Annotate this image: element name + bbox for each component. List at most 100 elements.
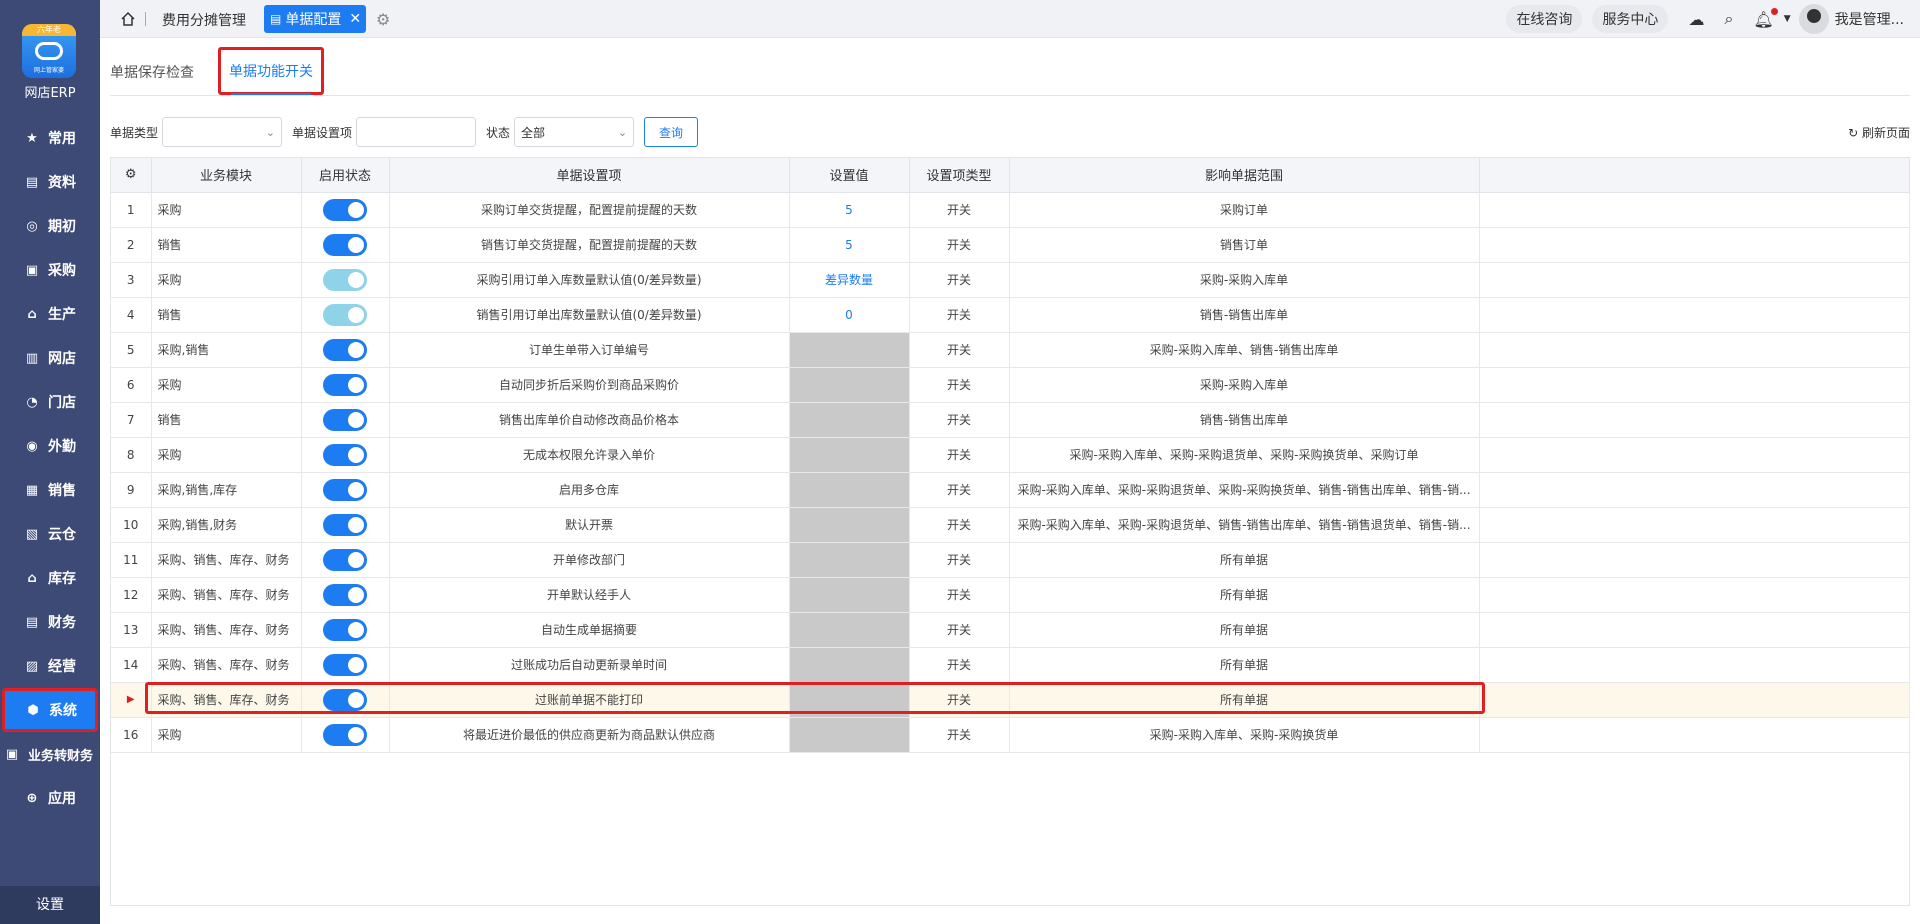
search-icon[interactable]: ⌕ [1724, 9, 1733, 29]
sidebar-item-production[interactable]: ⌂ 生产 [0, 292, 100, 336]
tab-document-function-switch[interactable]: 单据功能开关 [218, 47, 324, 95]
cloud-download-icon[interactable]: ☁ [1688, 10, 1704, 29]
row-value[interactable] [789, 542, 910, 578]
table-row[interactable]: 4 销售 销售引用订单出库数量默认值(0/差异数量) 0 开关 销售-销售出库单 [111, 297, 1910, 333]
sidebar-item-retail-store[interactable]: ◔ 门店 [0, 380, 100, 424]
close-icon[interactable]: ✕ [349, 11, 361, 27]
row-value[interactable] [789, 647, 910, 683]
app-icon: ⊕ [26, 790, 38, 806]
sidebar-item-common[interactable]: ★ 常用 [0, 116, 100, 160]
enable-toggle[interactable] [323, 653, 367, 676]
sidebar-item-finance[interactable]: ▤ 财务 [0, 600, 100, 644]
row-value[interactable] [789, 402, 910, 438]
tab-document-config[interactable]: ▤ 单据配置 ✕ [264, 5, 366, 33]
sidebar-item-online-store[interactable]: ▥ 网店 [0, 336, 100, 380]
avatar[interactable] [1798, 4, 1829, 34]
sidebar-item-business-to-finance[interactable]: ▣ 业务转财务 [0, 732, 100, 776]
table-row[interactable]: 11 采购、销售、库存、财务 开单修改部门 开关 所有单据 [111, 542, 1910, 578]
home-icon[interactable] [120, 11, 136, 27]
table-row[interactable]: 12 采购、销售、库存、财务 开单默认经手人 开关 所有单据 [111, 577, 1910, 613]
row-value[interactable]: 0 [789, 297, 910, 333]
row-value[interactable] [789, 577, 910, 613]
online-consult-button[interactable]: 在线咨询 [1506, 5, 1583, 33]
row-value[interactable] [789, 367, 910, 403]
enable-toggle[interactable] [323, 338, 367, 361]
row-value[interactable]: 5 [789, 227, 910, 263]
enable-toggle[interactable] [323, 688, 367, 711]
table-row[interactable]: 10 采购,销售,财务 默认开票 开关 采购-采购入库单、采购-采购退货单、销售-销售出… [111, 507, 1910, 543]
query-button[interactable]: 查询 [644, 117, 699, 147]
refresh-button[interactable]: ↻ 刷新页面 [1848, 124, 1910, 141]
status-select[interactable]: 全部 ⌄ [514, 117, 635, 147]
doc-type-select[interactable]: ⌄ [162, 117, 283, 147]
user-name[interactable]: 我是管理... [1835, 9, 1904, 29]
header-type[interactable]: 设置项类型 [909, 158, 1010, 193]
settings-button[interactable]: 设置 [0, 886, 100, 924]
sidebar-item-initial[interactable]: ◎ 期初 [0, 204, 100, 248]
sidebar-item-purchase[interactable]: ▣ 采购 [0, 248, 100, 292]
sidebar-item-data[interactable]: ▤ 资料 [0, 160, 100, 204]
row-value[interactable] [789, 682, 910, 718]
row-value[interactable] [789, 437, 910, 473]
table-row[interactable]: 7 销售 销售出库单价自动修改商品价格本 开关 销售-销售出库单 [111, 402, 1910, 438]
table-row[interactable]: 3 采购 采购引用订单入库数量默认值(0/差异数量) 差异数量 开关 采购-采购入库单 [111, 262, 1910, 298]
app-logo[interactable]: 六年老 网上管家婆 [22, 24, 76, 78]
top-bar: 费用分摊管理 ▤ 单据配置 ✕ ⚙ 在线咨询 服务中心 ☁ ⌕ 🔔︎ ▼ 我是管… [100, 0, 1920, 38]
table-row[interactable]: 16 采购 将最近进价最低的供应商更新为商品默认供应商 开关 采购-采购入库单、采购-采… [111, 717, 1910, 753]
table-row[interactable]: ▶ 采购、销售、库存、财务 过账前单据不能打印 开关 所有单据 [111, 682, 1910, 718]
column-settings-icon[interactable]: ⚙ [111, 158, 152, 193]
row-value[interactable] [789, 717, 910, 753]
sidebar-item-field[interactable]: ◉ 外勤 [0, 424, 100, 468]
table-row[interactable]: 13 采购、销售、库存、财务 自动生成单据摘要 开关 所有单据 [111, 612, 1910, 648]
enable-toggle[interactable] [323, 583, 367, 606]
sidebar-item-sales[interactable]: ▦ 销售 [0, 468, 100, 512]
header-value[interactable]: 设置值 [789, 158, 910, 193]
enable-toggle[interactable] [323, 373, 367, 396]
enable-toggle[interactable] [323, 268, 367, 291]
sidebar-item-apps[interactable]: ⊕ 应用 [0, 776, 100, 820]
sidebar-item-business[interactable]: ▨ 经营 [0, 644, 100, 688]
row-value[interactable]: 差异数量 [789, 262, 910, 298]
enable-toggle[interactable] [323, 303, 367, 326]
filter-bar: 单据类型 ⌄ 单据设置项 状态 全部 ⌄ 查询 ↻ 刷新页面 [110, 117, 1910, 147]
header-status[interactable]: 启用状态 [301, 158, 390, 193]
row-value[interactable] [789, 472, 910, 508]
row-value[interactable] [789, 332, 910, 368]
row-scope: 采购-采购入库单、采购-采购换货单 [1009, 717, 1480, 753]
enable-toggle[interactable] [323, 618, 367, 641]
sidebar-item-system[interactable]: ⬢ 系统 [2, 688, 98, 732]
table-row[interactable]: 8 采购 无成本权限允许录入单价 开关 采购-采购入库单、采购-采购退货单、采购-采购换… [111, 437, 1910, 473]
chevron-down-icon[interactable]: ▼ [1784, 14, 1791, 24]
row-module: 采购 [151, 192, 302, 228]
table-row[interactable]: 2 销售 销售订单交货提醒，配置提前提醒的天数 5 开关 销售订单 [111, 227, 1910, 263]
row-type: 开关 [909, 577, 1010, 613]
header-setting[interactable]: 单据设置项 [389, 158, 790, 193]
bell-icon[interactable]: 🔔︎ [1753, 7, 1778, 29]
sidebar-item-inventory[interactable]: ⌂ 库存 [0, 556, 100, 600]
table-row[interactable]: 6 采购 自动同步折后采购价到商品采购价 开关 采购-采购入库单 [111, 367, 1910, 403]
row-value[interactable] [789, 612, 910, 648]
tab-document-save-check[interactable]: 单据保存检查 [110, 62, 194, 82]
setting-input[interactable] [356, 117, 477, 147]
enable-toggle[interactable] [323, 548, 367, 571]
table-row[interactable]: 1 采购 采购订单交货提醒，配置提前提醒的天数 5 开关 采购订单 [111, 192, 1910, 228]
row-value[interactable]: 5 [789, 192, 910, 228]
enable-toggle[interactable] [323, 198, 367, 221]
enable-toggle[interactable] [323, 478, 367, 501]
table-header: ⚙ 业务模块 启用状态 单据设置项 设置值 设置项类型 影响单据范围 [111, 158, 1910, 193]
table-row[interactable]: 14 采购、销售、库存、财务 过账成功后自动更新录单时间 开关 所有单据 [111, 647, 1910, 683]
row-value[interactable] [789, 507, 910, 543]
enable-toggle[interactable] [323, 233, 367, 256]
service-center-button[interactable]: 服务中心 [1592, 5, 1669, 33]
tab-expense-allocation[interactable]: 费用分摊管理 [162, 10, 246, 30]
enable-toggle[interactable] [323, 408, 367, 431]
enable-toggle[interactable] [323, 723, 367, 746]
sidebar-item-cloud-warehouse[interactable]: ▧ 云仓 [0, 512, 100, 556]
gear-icon[interactable]: ⚙ [376, 10, 390, 29]
table-row[interactable]: 5 采购,销售 订单生单带入订单编号 开关 采购-采购入库单、销售-销售出库单 [111, 332, 1910, 368]
header-scope[interactable]: 影响单据范围 [1009, 158, 1480, 193]
enable-toggle[interactable] [323, 443, 367, 466]
enable-toggle[interactable] [323, 513, 367, 536]
table-row[interactable]: 9 采购,销售,库存 启用多仓库 开关 采购-采购入库单、采购-采购退货单、采购-采购换… [111, 472, 1910, 508]
header-module[interactable]: 业务模块 [151, 158, 302, 193]
